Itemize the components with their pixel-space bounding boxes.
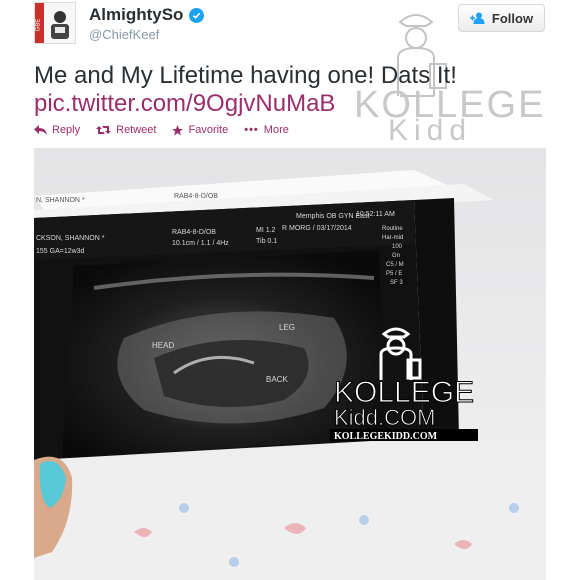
- favorite-label: Favorite: [188, 124, 229, 136]
- more-label: More: [263, 124, 289, 136]
- user-avatar-icon: GBE: [35, 3, 75, 43]
- photo-watermark-kidd: Kidd.COM: [334, 405, 435, 430]
- svg-text:GBE: GBE: [36, 19, 42, 32]
- routine-label: Routine: [382, 226, 403, 232]
- probe: RAB4-8-D/OB: [172, 229, 216, 236]
- tweet-media-link[interactable]: pic.twitter.com/9OgjvNuMaB: [34, 90, 335, 118]
- display-name-row[interactable]: AlmightySo: [89, 5, 205, 25]
- sf-label: SF 3: [390, 280, 403, 286]
- ultrasound-photo: N, SHANNON * RAB4-8-D/OB CKSON, SHANNON …: [34, 148, 546, 580]
- more-button[interactable]: ••• More: [244, 124, 289, 136]
- verified-badge-icon: [189, 7, 205, 23]
- tweet-photo[interactable]: N, SHANNON * RAB4-8-D/OB CKSON, SHANNON …: [34, 148, 546, 580]
- user-handle[interactable]: @ChiefKeef: [89, 27, 159, 42]
- reply-button[interactable]: Reply: [34, 124, 80, 136]
- patient-name: CKSON, SHANNON *: [36, 235, 105, 242]
- tib-value: Tib 0.1: [256, 238, 277, 245]
- display-name[interactable]: AlmightySo: [89, 5, 183, 25]
- har-label: Har-mid: [382, 235, 403, 241]
- retweet-button[interactable]: Retweet: [96, 124, 156, 136]
- photo-watermark-url: KOLLEGEKIDD.COM: [334, 431, 438, 442]
- more-dots-icon: •••: [244, 124, 259, 136]
- add-user-icon: [469, 12, 485, 24]
- reply-label: Reply: [52, 124, 81, 136]
- watermark-kidd: Kidd: [388, 114, 472, 145]
- p5-label: P5 / E: [386, 271, 402, 277]
- scan-time: 10:52:11 AM: [356, 211, 395, 218]
- follow-button[interactable]: Follow: [458, 4, 545, 32]
- head-label: HEAD: [152, 341, 174, 350]
- scan-settings: 10.1cm / 1.1 / 4Hz: [172, 240, 229, 247]
- c5-label: C5 / M: [386, 262, 404, 268]
- follow-label: Follow: [491, 10, 534, 26]
- avatar[interactable]: GBE: [34, 2, 76, 44]
- star-icon: [172, 124, 184, 135]
- back-label: BACK: [266, 375, 288, 384]
- leg-label: LEG: [279, 323, 295, 332]
- patient-name-back: N, SHANNON *: [36, 197, 85, 204]
- gn-label: Gn: [392, 253, 400, 259]
- reply-icon: [34, 125, 47, 135]
- retweet-icon: [96, 126, 112, 134]
- value-100: 100: [392, 244, 403, 250]
- gestational-age: 155 GA=12w3d: [36, 248, 85, 255]
- mi-value: MI 1.2: [256, 227, 276, 234]
- retweet-label: Retweet: [116, 124, 157, 136]
- tweet-text: Me and My Lifetime having one! Dats It!: [34, 62, 457, 89]
- favorite-button[interactable]: Favorite: [172, 124, 228, 136]
- tweet-actions: Reply Retweet Favorite ••• More: [34, 124, 289, 136]
- scan-date: R MORG / 03/17/2014: [282, 225, 352, 232]
- probe-back: RAB4-8-D/OB: [174, 193, 218, 200]
